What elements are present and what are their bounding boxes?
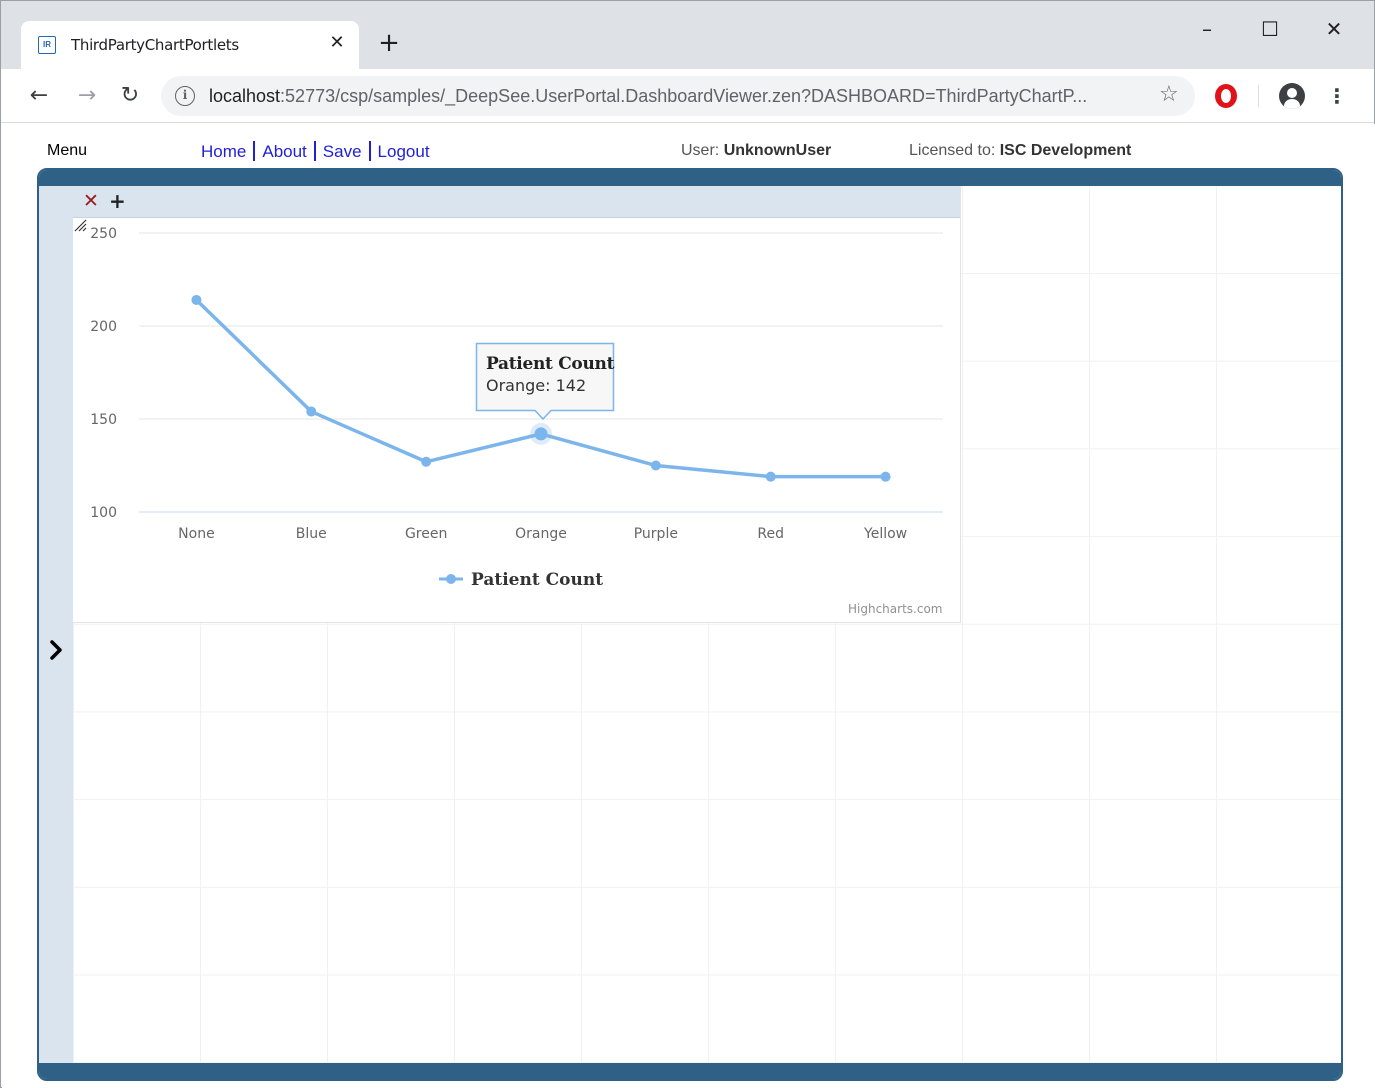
toolbar-divider (1258, 85, 1259, 107)
browser-window: IR ThirdPartyChartPortlets ✕ + – ☐ ✕ ← →… (0, 0, 1375, 1088)
x-tick-label: Purple (634, 526, 678, 542)
y-tick-label: 100 (90, 505, 117, 521)
tooltip-text: Orange: 142 (486, 376, 587, 395)
url-host: localhost (209, 86, 281, 106)
window-close-icon[interactable]: ✕ (1314, 11, 1354, 47)
license-name: ISC Development (999, 142, 1132, 159)
x-tick-label: Red (757, 526, 784, 542)
dashboard-frame: ✕ + 100 150 200 250 None Blue Green Orange Purpl… (37, 168, 1343, 1081)
side-panel (39, 186, 73, 1063)
tab-strip: IR ThirdPartyChartPortlets ✕ + – ☐ ✕ (1, 1, 1374, 69)
reload-icon[interactable]: ↻ (116, 82, 144, 110)
address-bar[interactable]: i localhost:52773/csp/samples/_DeepSee.U… (161, 76, 1195, 116)
forward-icon[interactable]: → (73, 82, 101, 110)
nav-divider (253, 141, 256, 161)
dashboard-top-bar (39, 170, 1341, 186)
resize-handle-icon[interactable] (73, 218, 87, 232)
browser-tab[interactable]: IR ThirdPartyChartPortlets ✕ (21, 21, 359, 69)
home-link[interactable]: Home (201, 142, 246, 161)
x-tick-label: Yellow (863, 526, 907, 542)
y-tick-label: 150 (90, 412, 117, 428)
back-icon[interactable]: ← (25, 82, 53, 110)
add-icon[interactable]: + (109, 189, 126, 213)
tooltip-title: Patient Count (486, 354, 615, 374)
dashboard-bottom-bar (39, 1063, 1341, 1079)
x-tick-label: Green (405, 526, 447, 542)
data-point (191, 294, 202, 305)
kebab-icon[interactable]: ⋮ (1327, 83, 1347, 109)
user-label: User: (681, 142, 720, 159)
nav-divider (368, 141, 371, 161)
info-icon[interactable]: i (175, 86, 195, 106)
license-label: Licensed to: (909, 142, 996, 159)
star-icon[interactable]: ☆ (1159, 82, 1179, 107)
top-nav: Home About Save Logout (201, 141, 430, 162)
legend-marker (446, 574, 456, 584)
page-content: Menu Home About Save Logout User: UnknownUs… (2, 124, 1375, 1088)
logout-link[interactable]: Logout (378, 142, 430, 161)
data-point (765, 471, 776, 482)
legend-label: Patient Count (471, 570, 603, 590)
nav-divider (313, 141, 316, 161)
x-tick-label: Blue (296, 526, 327, 542)
data-point (880, 471, 891, 482)
browser-toolbar: ← → ↻ i localhost:52773/csp/samples/_Dee… (1, 69, 1374, 123)
new-tab-icon[interactable]: + (377, 30, 401, 56)
data-point (534, 427, 548, 441)
y-tick-label: 250 (90, 226, 117, 242)
profile-icon[interactable] (1279, 83, 1305, 109)
save-link[interactable]: Save (323, 142, 362, 161)
chevron-right-icon[interactable] (47, 639, 65, 661)
url-text[interactable]: localhost:52773/csp/samples/_DeepSee.Use… (209, 86, 1087, 107)
x-tick-label: Orange (515, 526, 567, 542)
minimize-icon[interactable]: – (1187, 11, 1227, 47)
tab-title: ThirdPartyChartPortlets (71, 36, 239, 54)
data-point (421, 456, 432, 467)
tab-close-icon[interactable]: ✕ (327, 33, 347, 53)
about-link[interactable]: About (262, 142, 306, 161)
license-info: Licensed to: ISC Development (909, 142, 1131, 160)
line-chart: 100 150 200 250 None Blue Green Orange Purple Red… (73, 218, 961, 623)
chart-tooltip: Patient Count Orange: 142 (475, 342, 615, 421)
widget-header: ✕ + (73, 186, 960, 218)
close-icon[interactable]: ✕ (83, 190, 99, 212)
data-point (306, 406, 317, 417)
y-tick-label: 200 (90, 319, 117, 335)
data-point (650, 460, 661, 471)
user-name: UnknownUser (723, 142, 832, 159)
chart-widget: ✕ + 100 150 200 250 None Blue Green Orange Purpl… (73, 186, 961, 623)
x-tick-label: None (178, 526, 215, 542)
opera-icon[interactable] (1215, 84, 1237, 108)
favicon-icon: IR (38, 36, 56, 54)
maximize-icon[interactable]: ☐ (1250, 11, 1290, 47)
user-info: User: UnknownUser (681, 142, 831, 160)
highcharts-credits[interactable]: Highcharts.com (848, 602, 942, 616)
menu-button[interactable]: Menu (47, 142, 87, 160)
url-path: :52773/csp/samples/_DeepSee.UserPortal.D… (280, 86, 1088, 106)
